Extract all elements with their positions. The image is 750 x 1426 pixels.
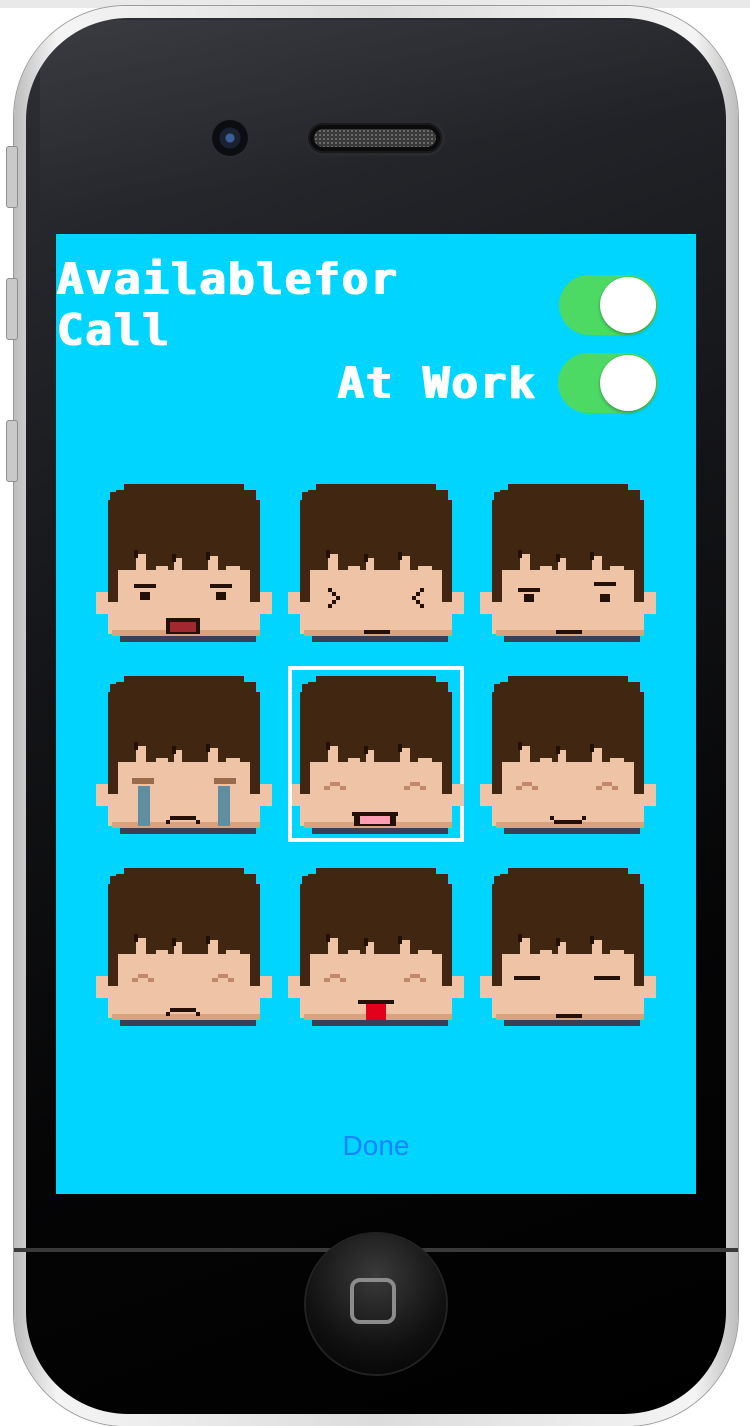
earpiece-speaker (308, 123, 442, 153)
avatar-crying[interactable] (96, 666, 272, 842)
avatar-grid (96, 474, 656, 1034)
avatar-face-icon (288, 484, 464, 642)
avatar-face-icon (292, 676, 464, 834)
available-label: Availablefor Call (56, 254, 398, 356)
avatar-smiling[interactable] (480, 666, 656, 842)
avatar-face-icon (96, 484, 272, 642)
avatar-laughing-open-mouth[interactable] (288, 666, 464, 842)
front-camera (212, 120, 248, 156)
avatar-face-icon (480, 484, 656, 642)
avatar-face-icon (96, 868, 272, 1026)
home-button[interactable] (306, 1234, 446, 1374)
avatar-skeptical[interactable] (480, 474, 656, 650)
avatar-face-icon (480, 676, 656, 834)
volume-down-button (6, 420, 18, 482)
work-row: At Work (337, 348, 658, 418)
mute-switch (6, 146, 18, 208)
avatar-squinting-x-eyes[interactable] (288, 474, 464, 650)
avatar-sad[interactable] (96, 858, 272, 1034)
available-row: Availablefor Call (56, 254, 658, 356)
app-screen: Availablefor Call At Work Done (56, 234, 696, 1194)
volume-up-button (6, 278, 18, 340)
work-label: At Work (336, 357, 536, 409)
work-toggle[interactable] (558, 353, 658, 413)
avatar-face-icon (96, 676, 272, 834)
avatar-shouting[interactable] (96, 474, 272, 650)
home-square-icon (350, 1278, 396, 1324)
done-button[interactable]: Done (56, 1130, 696, 1162)
available-toggle[interactable] (558, 275, 658, 335)
avatar-face-icon (480, 868, 656, 1026)
avatar-sleepy[interactable] (480, 858, 656, 1034)
avatar-tongue-out[interactable] (288, 858, 464, 1034)
avatar-face-icon (288, 868, 464, 1026)
